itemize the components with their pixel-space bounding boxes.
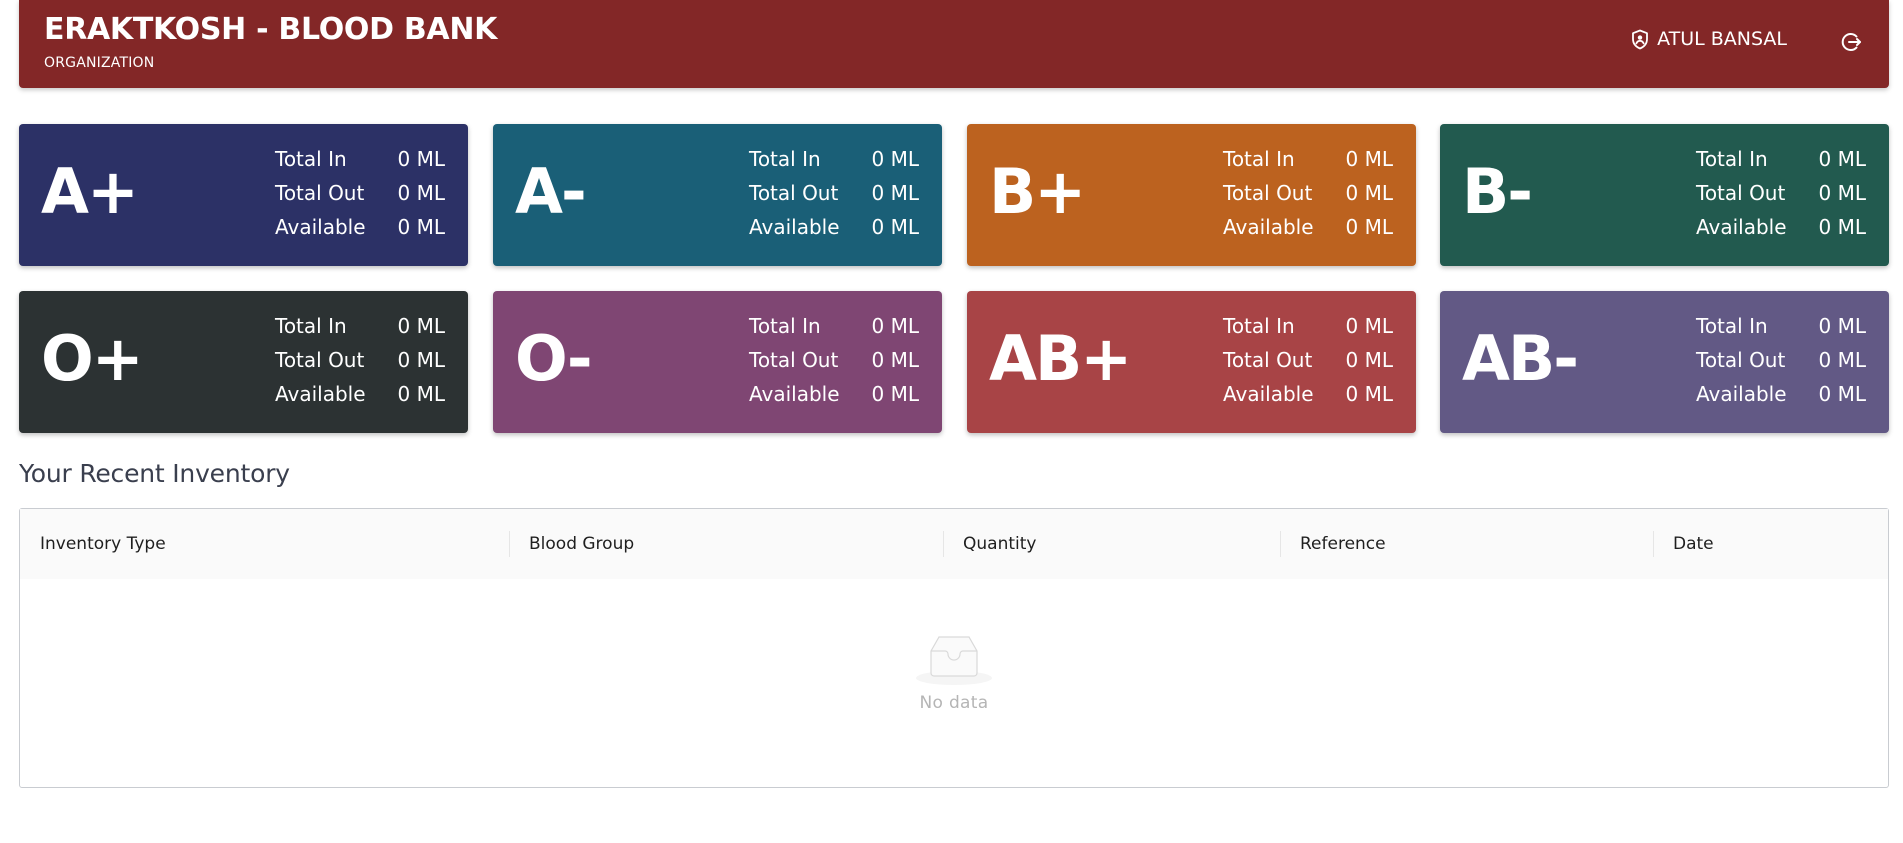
blood-card-a-negative: A- Total In 0 ML Total Out 0 ML Available 0… <box>493 124 942 266</box>
available-label: Available <box>1223 215 1314 239</box>
total-out-label: Total Out <box>1223 348 1313 372</box>
total-in-value: 0 ML <box>871 314 919 338</box>
column-divider <box>943 531 944 557</box>
total-out-value: 0 ML <box>871 348 919 372</box>
available-label: Available <box>1223 382 1314 406</box>
total-in-label: Total In <box>1223 314 1295 338</box>
total-in-label: Total In <box>1696 147 1768 171</box>
column-header-inventory-type[interactable]: Inventory Type <box>40 509 166 579</box>
total-out-label: Total Out <box>749 181 839 205</box>
total-in-label: Total In <box>1223 147 1295 171</box>
total-out-label: Total Out <box>1696 348 1786 372</box>
total-out-value: 0 ML <box>1818 348 1866 372</box>
total-in-value: 0 ML <box>871 147 919 171</box>
logout-button[interactable] <box>1839 30 1863 54</box>
available-value: 0 ML <box>1818 215 1866 239</box>
column-divider <box>509 531 510 557</box>
table-header: Inventory Type Blood Group Quantity Refe… <box>20 509 1888 579</box>
user-name: ATUL BANSAL <box>1657 28 1787 50</box>
total-out-label: Total Out <box>749 348 839 372</box>
blood-group-label: O+ <box>41 322 144 395</box>
available-label: Available <box>749 382 840 406</box>
total-in-label: Total In <box>749 147 821 171</box>
total-in-value: 0 ML <box>397 147 445 171</box>
total-out-label: Total Out <box>275 181 365 205</box>
blood-group-label: B+ <box>989 155 1086 228</box>
column-header-date[interactable]: Date <box>1673 509 1714 579</box>
available-label: Available <box>275 382 366 406</box>
total-out-label: Total Out <box>275 348 365 372</box>
total-in-label: Total In <box>275 147 347 171</box>
app-title: ERAKTKOSH - BLOOD BANK <box>44 12 498 47</box>
available-value: 0 ML <box>1818 382 1866 406</box>
column-header-reference[interactable]: Reference <box>1300 509 1386 579</box>
app-header: ERAKTKOSH - BLOOD BANK ORGANIZATION ATUL… <box>19 0 1889 88</box>
shield-user-icon <box>1631 29 1649 50</box>
blood-card-o-negative: O- Total In 0 ML Total Out 0 ML Available 0… <box>493 291 942 433</box>
total-out-value: 0 ML <box>1345 348 1393 372</box>
blood-card-ab-positive: AB+ Total In 0 ML Total Out 0 ML Available… <box>967 291 1416 433</box>
available-value: 0 ML <box>397 215 445 239</box>
blood-card-o-positive: O+ Total In 0 ML Total Out 0 ML Available 0… <box>19 291 468 433</box>
inventory-table: Inventory Type Blood Group Quantity Refe… <box>19 508 1889 788</box>
available-value: 0 ML <box>1345 215 1393 239</box>
available-value: 0 ML <box>1345 382 1393 406</box>
available-label: Available <box>1696 382 1787 406</box>
total-out-value: 0 ML <box>1818 181 1866 205</box>
logout-icon <box>1839 33 1863 58</box>
total-out-value: 0 ML <box>871 181 919 205</box>
available-value: 0 ML <box>871 382 919 406</box>
recent-inventory-title: Your Recent Inventory <box>19 459 290 488</box>
total-in-value: 0 ML <box>397 314 445 338</box>
total-in-label: Total In <box>749 314 821 338</box>
blood-group-label: O- <box>515 322 593 395</box>
blood-group-label: AB+ <box>989 322 1132 395</box>
column-header-quantity[interactable]: Quantity <box>963 509 1036 579</box>
total-in-value: 0 ML <box>1345 147 1393 171</box>
app-subtitle: ORGANIZATION <box>44 55 155 71</box>
available-label: Available <box>749 215 840 239</box>
available-value: 0 ML <box>397 382 445 406</box>
column-divider <box>1280 531 1281 557</box>
empty-state-text: No data <box>919 693 989 713</box>
blood-card-a-positive: A+ Total In 0 ML Total Out 0 ML Available 0… <box>19 124 468 266</box>
total-out-label: Total Out <box>1696 181 1786 205</box>
blood-group-label: A- <box>515 155 587 228</box>
total-in-label: Total In <box>275 314 347 338</box>
column-divider <box>1653 531 1654 557</box>
blood-group-label: A+ <box>41 155 139 228</box>
total-in-value: 0 ML <box>1345 314 1393 338</box>
total-in-label: Total In <box>1696 314 1768 338</box>
total-out-value: 0 ML <box>397 181 445 205</box>
total-out-value: 0 ML <box>1345 181 1393 205</box>
total-out-value: 0 ML <box>397 348 445 372</box>
blood-card-b-positive: B+ Total In 0 ML Total Out 0 ML Available 0… <box>967 124 1416 266</box>
available-label: Available <box>275 215 366 239</box>
inbox-icon <box>20 633 1888 687</box>
blood-group-label: AB- <box>1462 322 1579 395</box>
table-empty-state: No data <box>20 633 1888 713</box>
blood-group-label: B- <box>1462 155 1533 228</box>
blood-card-b-negative: B- Total In 0 ML Total Out 0 ML Available 0… <box>1440 124 1889 266</box>
user-profile-button[interactable]: ATUL BANSAL <box>1631 28 1787 50</box>
available-value: 0 ML <box>871 215 919 239</box>
blood-card-ab-negative: AB- Total In 0 ML Total Out 0 ML Available… <box>1440 291 1889 433</box>
total-out-label: Total Out <box>1223 181 1313 205</box>
available-label: Available <box>1696 215 1787 239</box>
total-in-value: 0 ML <box>1818 147 1866 171</box>
total-in-value: 0 ML <box>1818 314 1866 338</box>
column-header-blood-group[interactable]: Blood Group <box>529 509 634 579</box>
